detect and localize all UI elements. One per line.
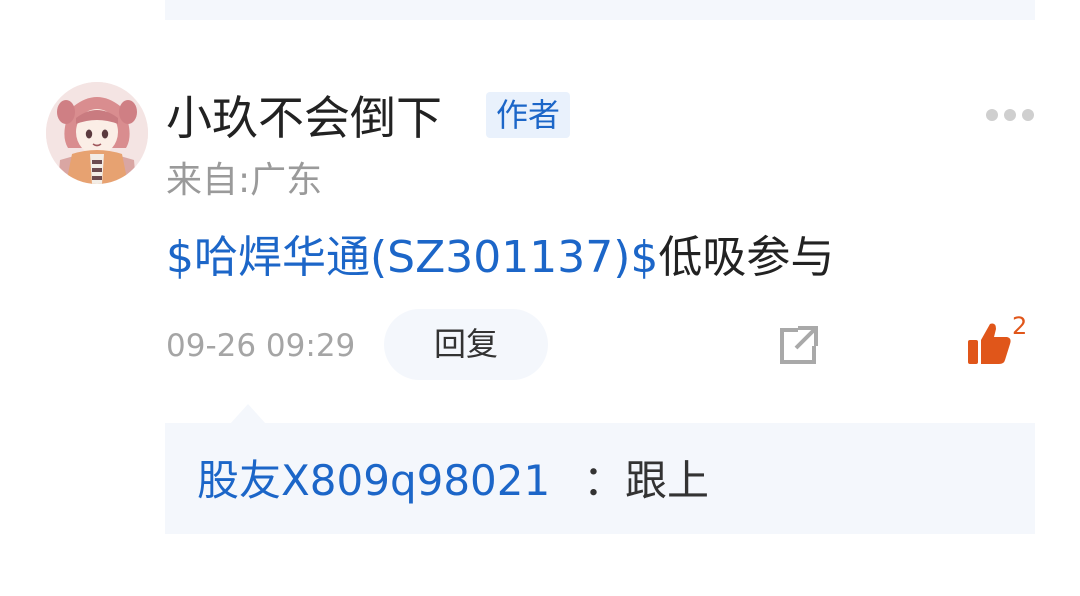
share-icon[interactable] [774, 322, 822, 370]
thumbs-up-icon [968, 323, 1011, 364]
author-badge: 作者 [486, 92, 570, 138]
more-icon[interactable] [986, 108, 1034, 122]
reply-text: ：跟上 [583, 456, 710, 505]
more-dot [986, 109, 998, 121]
more-dot [1022, 109, 1034, 121]
author-name[interactable]: 小玖不会倒下 [166, 88, 442, 148]
post-timestamp: 09-26 09:29 [166, 328, 356, 364]
stock-link[interactable]: $哈焊华通(SZ301137)$ [166, 232, 658, 283]
like-button[interactable]: 2 [962, 312, 1034, 368]
author-location: 来自:广东 [166, 160, 323, 201]
more-dot [1004, 109, 1016, 121]
reply-button[interactable]: 回复 [384, 309, 548, 380]
previous-post-panel [165, 0, 1035, 20]
anime-avatar-icon [46, 82, 148, 184]
post-text: 低吸参与 [658, 232, 835, 283]
like-count: 2 [1012, 312, 1028, 340]
reply-list: 股友X809q98021 ：跟上 [165, 423, 1035, 534]
post-content: $哈焊华通(SZ301137)$低吸参与 [166, 228, 834, 288]
reply-pointer [230, 404, 266, 424]
author-avatar[interactable] [46, 82, 148, 184]
reply-user[interactable]: 股友X809q98021 [197, 453, 550, 509]
